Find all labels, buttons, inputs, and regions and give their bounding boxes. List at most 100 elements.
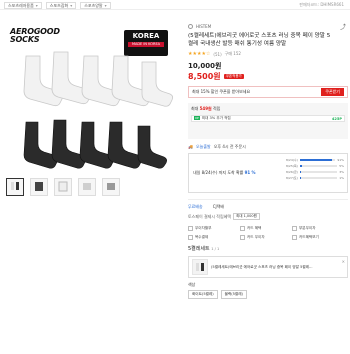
original-price: 10,000원 <box>188 62 222 70</box>
shipping-value: CJ택배 <box>212 204 225 209</box>
breadcrumb-item-0[interactable]: 스포츠레저용품 ▾ <box>4 2 42 9</box>
sock-thumb-icon <box>11 182 19 190</box>
brand-icon <box>188 23 193 29</box>
brand-name[interactable]: HISTEM <box>196 24 211 29</box>
coupon-price-tag: 쿠폰적용가 <box>223 74 244 79</box>
selected-product-title: (5켤레세트)에브리굿 에어로굿 스포츠 러닝 중목 페이 양말 5켤레... <box>211 264 313 269</box>
benefit-label: 카드 무이자 <box>247 234 265 239</box>
benefit-label: 부분무이자 <box>299 225 316 230</box>
thumbnail-2[interactable] <box>30 178 48 196</box>
chevron-down-icon: ▾ <box>104 3 107 8</box>
benefit-button-3[interactable]: 복수결제 <box>188 233 238 241</box>
delivery-dist-label: 91% <box>337 158 344 162</box>
delivery-distribution: 8/24(수) 91% 8/25(목) 5% 8/26(금) 3% 8/27(토) 1% <box>286 157 344 181</box>
delivery-dist-track <box>299 165 338 167</box>
delivery-dist-fill <box>299 165 302 167</box>
thumbnail-3[interactable] <box>54 178 72 196</box>
product-info-panel: HISTEM ⤴ (5켤레세트)에브리굿 에어로굿 스포츠 러닝 중목 페이 양… <box>188 22 348 299</box>
thumbnail-1[interactable] <box>6 178 24 196</box>
category-bar: 스포츠레저용품 ▾ 스포츠잡화 ▾ 스포츠양말 ▾ 판매자코드: DHIMSR661 <box>0 0 350 10</box>
breadcrumb: 스포츠레저용품 ▾ 스포츠잡화 ▾ 스포츠양말 ▾ <box>4 2 111 9</box>
delivery-dist-fill <box>299 159 333 161</box>
share-icon[interactable]: ⤴ <box>340 22 346 31</box>
benefit-button-4[interactable]: 카드 무이자 <box>240 233 290 241</box>
rating-count[interactable]: (51) <box>213 52 221 57</box>
delivery-dist-day: 8/24(수) <box>286 158 298 162</box>
delivery-summary: 내일 8/24(수) 까지 도착 확률 91 % <box>193 170 256 176</box>
benefit-icon <box>292 225 297 231</box>
option-white-button[interactable]: 화이트(5켤레) <box>188 290 218 299</box>
seller-code: 판매자코드: DHIMSR661 <box>299 2 344 7</box>
benefit-label: 카드혜택보기 <box>299 234 319 239</box>
divider <box>188 199 348 200</box>
delivery-dist-label: 3% <box>339 170 344 174</box>
delivery-dist-track <box>299 159 336 161</box>
chevron-down-icon: ▾ <box>70 3 73 8</box>
benefit-icon <box>240 225 245 231</box>
thumbnail-5[interactable] <box>102 178 120 196</box>
selected-product-card[interactable]: (5켤레세트)에브리굿 에어로굿 스포츠 러닝 중목 페이 양말 5켤레... … <box>188 256 348 278</box>
benefit-button-2[interactable]: 부분무이자 <box>292 224 342 232</box>
shipping-row: 무료배송 CJ택배 <box>188 204 348 210</box>
points-title-value: 549원 <box>199 106 212 111</box>
sale-price: 8,500원 <box>188 72 221 81</box>
sock-thumb-icon <box>58 181 68 192</box>
delivery-summary-text: 내일 8/24(수) 까지 도착 확률 <box>193 170 245 175</box>
option-black-button[interactable]: 블랙(5켤레) <box>220 290 247 299</box>
shipping-key: 무료배송 <box>188 204 203 209</box>
rating-row: ★★★★☆ (51) 구매 152 <box>188 51 348 57</box>
coupon-download-button[interactable]: 쿠폰받기 <box>321 88 344 96</box>
delivery-dist-track <box>299 171 338 173</box>
benefit-button-5[interactable]: 카드혜택보기 <box>292 233 342 241</box>
card-benefit-text: 토스페이 결제시 적립혜택 <box>188 213 232 219</box>
benefit-icon <box>188 225 193 231</box>
points-row[interactable]: 0P 최대 3% 추가 적립 425P <box>191 115 345 122</box>
benefit-icon <box>292 234 297 240</box>
close-icon[interactable]: ✕ <box>342 259 345 264</box>
socks-illustration <box>23 51 174 169</box>
card-benefit-row: 토스페이 결제시 적립혜택 최대 1,000원 <box>188 213 348 220</box>
delivery-dist-track <box>299 177 338 179</box>
sale-price-row: 8,500원 쿠폰적용가 <box>188 71 348 82</box>
sock-thumb-icon <box>35 182 43 191</box>
benefit-icon <box>188 234 193 240</box>
delivery-dist-label: 1% <box>339 176 344 180</box>
star-rating-icon: ★★★★☆ <box>188 51 211 57</box>
coupon-bar: 최대 15% 할인 쿠폰을 받아보세요 쿠폰받기 <box>188 86 348 98</box>
thumbnail-4[interactable] <box>78 178 96 196</box>
thumbnail-strip <box>6 178 120 196</box>
breadcrumb-label: 스포츠잡화 <box>49 2 69 8</box>
points-title: 최대 549원 적립 <box>191 106 345 112</box>
card-benefit-chip[interactable]: 최대 1,000원 <box>233 213 260 220</box>
benefit-button-0[interactable]: 무이자할부 <box>188 224 238 232</box>
breadcrumb-item-1[interactable]: 스포츠잡화 ▾ <box>45 2 77 9</box>
delivery-dist-day: 8/26(금) <box>286 170 298 174</box>
benefit-label: 카드 혜택 <box>247 225 262 230</box>
points-box: 최대 549원 적립 0P 최대 3% 추가 적립 425P <box>188 103 348 139</box>
set-title-text: 5켤레세트 <box>188 246 210 252</box>
option-label: 색상 <box>188 282 196 287</box>
delivery-dist-day: 8/25(목) <box>286 164 298 168</box>
set-pager: 1 / 1 <box>211 247 220 251</box>
sock-thumb-icon <box>192 259 208 275</box>
breadcrumb-item-2[interactable]: 스포츠양말 ▾ <box>80 2 111 9</box>
option-row: 화이트(5켤레) 블랙(5켤레) <box>188 290 348 299</box>
delivery-dist-row: 8/27(토) 1% <box>286 175 344 181</box>
points-title-prefix: 최대 <box>191 106 200 111</box>
delivery-dist-label: 5% <box>339 164 344 168</box>
points-row-text: 최대 3% 추가 적립 <box>201 116 231 120</box>
breadcrumb-label: 스포츠양말 <box>84 2 103 8</box>
delivery-estimate-box: 내일 8/24(수) 까지 도착 확률 91 % 8/24(수) 91% 8/25(… <box>188 153 348 193</box>
delivery-dist-fill <box>299 171 301 173</box>
benefit-label: 복수결제 <box>195 234 209 239</box>
points-title-suffix: 적립 <box>211 106 221 111</box>
sock-thumb-icon <box>83 183 91 190</box>
purchase-count: 구매 152 <box>224 51 241 56</box>
delivery-header: 🚚 오늘출발 오후 4시 전 주문시 <box>188 143 348 150</box>
sock-thumb-icon <box>107 183 115 190</box>
benefit-button-1[interactable]: 카드 혜택 <box>240 224 290 232</box>
delivery-label: 오늘출발 <box>195 143 211 149</box>
product-main-image[interactable]: AEROGOOD SOCKS KOREA MADE IN KOREA <box>4 22 180 182</box>
naver-pay-badge: 0P <box>194 116 200 120</box>
set-title: 5켤레세트 1 / 1 <box>188 245 348 252</box>
